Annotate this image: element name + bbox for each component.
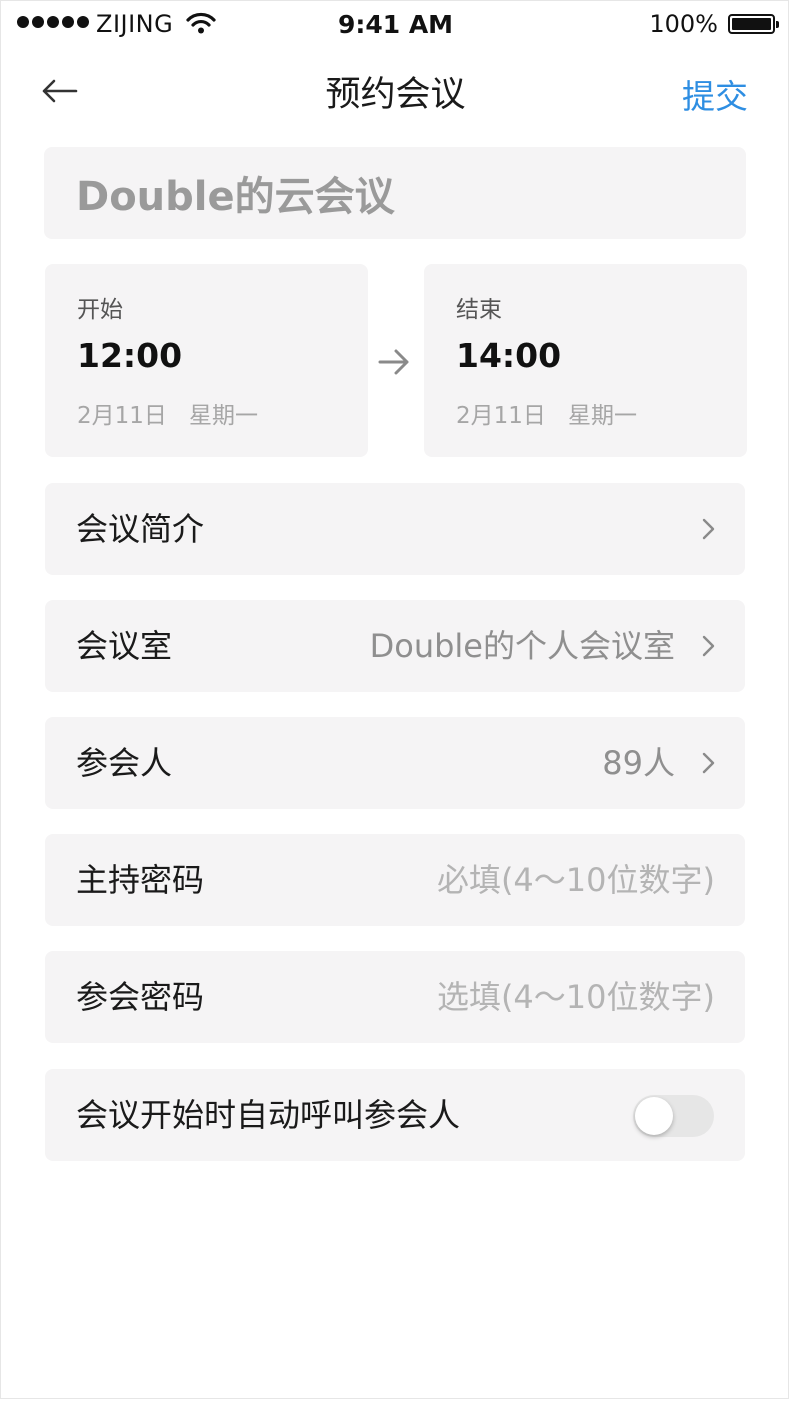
start-date: 2月11日 [77, 403, 167, 429]
meeting-title-input[interactable] [44, 147, 746, 239]
end-weekday: 星期一 [568, 403, 637, 429]
start-time: 12:00 [77, 336, 183, 375]
start-weekday: 星期一 [189, 403, 258, 429]
meeting-room-row[interactable]: 会议室 Double的个人会议室 [45, 600, 745, 692]
end-date: 2月11日 [456, 403, 546, 429]
end-time-card[interactable]: 结束 14:00 2月11日 星期一 [424, 264, 747, 457]
start-label: 开始 [77, 297, 123, 323]
join-password-field[interactable]: 选填(4～10位数字) [437, 951, 715, 1043]
chevron-right-icon [702, 752, 715, 774]
battery-icon [728, 14, 779, 34]
join-password-label: 参会密码 [76, 978, 205, 1016]
page-title: 预约会议 [325, 75, 466, 115]
host-password-row[interactable]: 主持密码 必填(4～10位数字) [45, 834, 745, 926]
join-password-row[interactable]: 参会密码 选填(4～10位数字) [45, 951, 745, 1043]
meeting-intro-row[interactable]: 会议简介 [45, 483, 745, 575]
right-arrow-icon [378, 349, 409, 375]
status-bar: ZIJING 9:41 AM 100% [0, 0, 791, 50]
participants-row[interactable]: 参会人 89人 [45, 717, 745, 809]
end-label: 结束 [456, 297, 502, 323]
participants-count: 89人 [602, 744, 675, 782]
submit-button[interactable]: 提交 [682, 70, 748, 118]
battery-percentage: 100% [649, 10, 718, 38]
auto-call-toggle[interactable] [633, 1095, 714, 1137]
toggle-knob [635, 1097, 673, 1135]
end-time: 14:00 [456, 336, 562, 375]
participants-label: 参会人 [76, 744, 173, 782]
host-password-field[interactable]: 必填(4～10位数字) [437, 834, 715, 926]
chevron-right-icon [702, 635, 715, 657]
meeting-intro-label: 会议简介 [76, 510, 205, 548]
auto-call-label: 会议开始时自动呼叫参会人 [76, 1096, 461, 1134]
host-password-label: 主持密码 [76, 861, 205, 899]
meeting-room-label: 会议室 [76, 627, 173, 665]
start-time-card[interactable]: 开始 12:00 2月11日 星期一 [45, 264, 368, 457]
chevron-right-icon [702, 518, 715, 540]
meeting-room-value: Double的个人会议室 [369, 627, 675, 665]
auto-call-row: 会议开始时自动呼叫参会人 [45, 1069, 745, 1161]
